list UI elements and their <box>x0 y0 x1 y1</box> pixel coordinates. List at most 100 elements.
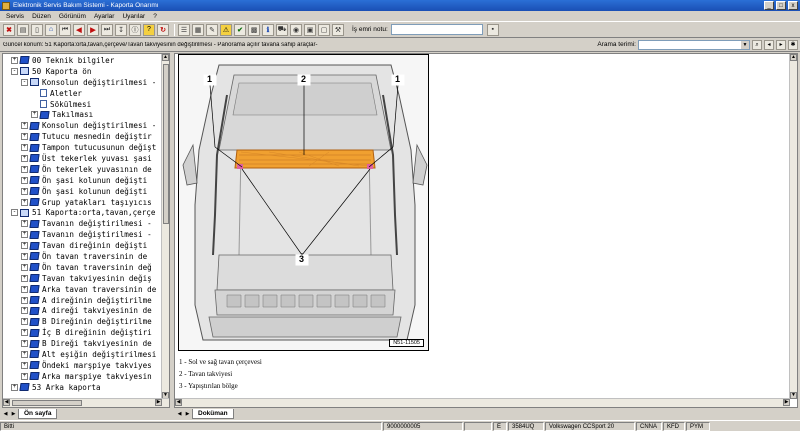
tree-vertical-scrollbar[interactable]: ▲ ▼ <box>161 54 169 399</box>
expand-icon[interactable]: + <box>21 122 28 130</box>
expand-icon[interactable]: + <box>21 307 28 315</box>
back-icon[interactable]: ◀ <box>73 23 85 36</box>
expand-icon[interactable]: + <box>21 263 28 271</box>
collapse-icon[interactable]: - <box>11 209 18 217</box>
search-icon[interactable]: ⌕ <box>752 39 762 50</box>
tree-item[interactable]: + Grup yatakları taşıyıcıs <box>3 197 169 208</box>
scroll-left-icon[interactable]: ◀ <box>3 399 10 406</box>
warning-icon[interactable]: ⚠ <box>220 23 232 36</box>
tree-item[interactable]: + İç B direğinin değiştiri <box>3 327 169 338</box>
tree-item[interactable]: + Arka marşpiye takviyesin <box>3 371 169 382</box>
menu-help[interactable]: ? <box>149 13 161 20</box>
chevron-down-icon[interactable]: ▼ <box>741 40 749 49</box>
notes-icon[interactable]: ✎ <box>206 23 218 36</box>
menu-duzen[interactable]: Düzen <box>28 13 55 20</box>
doc-scroll-left-icon[interactable]: ◀ <box>175 399 182 406</box>
tree-item[interactable]: + Tavanın değiştirilmesi - <box>3 229 169 240</box>
diagram-icon[interactable]: ▣ <box>304 23 316 36</box>
menu-gorunum[interactable]: Görünüm <box>55 13 90 20</box>
forward-icon[interactable]: ▶ <box>87 23 99 36</box>
car-icon[interactable]: ⛟ <box>276 23 288 36</box>
expand-icon[interactable]: + <box>31 111 38 119</box>
tab-next-icon[interactable]: ▶ <box>10 411 17 418</box>
tree-vscroll-thumb[interactable] <box>163 64 169 224</box>
camera-icon[interactable]: ◉ <box>290 23 302 36</box>
help-book-icon[interactable]: Ⓘ <box>129 23 141 36</box>
tree-item[interactable]: + Tutucu mesnedin değiştir <box>3 131 169 142</box>
tree-item[interactable]: +00 Teknik bilgiler <box>3 55 169 66</box>
search-options-icon[interactable]: ✱ <box>788 39 798 50</box>
last-page-icon[interactable]: ⏭ <box>101 23 113 36</box>
info-icon[interactable]: ℹ <box>262 23 274 36</box>
tree-item[interactable]: + Öndeki marşpiye takviyes <box>3 360 169 371</box>
jump-icon[interactable]: ↧ <box>115 23 127 36</box>
maximize-button[interactable]: □ <box>776 1 786 10</box>
expand-icon[interactable]: + <box>21 372 28 380</box>
expand-icon[interactable]: + <box>21 361 28 369</box>
expand-icon[interactable]: + <box>21 242 28 250</box>
expand-icon[interactable]: + <box>21 154 28 162</box>
window-icon[interactable]: ▢ <box>318 23 330 36</box>
save-note-icon[interactable]: ▪ <box>486 23 499 36</box>
home-icon[interactable]: ⌂ <box>45 23 57 36</box>
grid-icon[interactable]: ▩ <box>248 23 260 36</box>
tree-item[interactable]: + A direği takviyesinin de <box>3 305 169 316</box>
workorder-input[interactable] <box>390 24 483 35</box>
tree-horizontal-scrollbar[interactable]: ◀ ▶ <box>3 398 169 407</box>
expand-icon[interactable]: + <box>21 340 28 348</box>
expand-icon[interactable]: + <box>21 220 28 228</box>
expand-icon[interactable]: + <box>21 350 28 358</box>
tree-item[interactable]: + Arka tavan traversinin de <box>3 284 169 295</box>
tab-document[interactable]: Doküman <box>192 409 234 419</box>
tree-item[interactable]: - 50 Kaporta ön <box>3 66 169 77</box>
tree-item[interactable]: + Ön tavan traversinin de <box>3 251 169 262</box>
tree-item[interactable]: + Alt eşiğin değiştirilmesi <box>3 349 169 360</box>
expand-icon[interactable]: + <box>21 274 28 282</box>
tree-item[interactable]: Sökülmesi <box>3 99 169 110</box>
doc-tab-prev-icon[interactable]: ◀ <box>176 411 183 418</box>
tree-item[interactable]: + Üst tekerlek yuvası şasi <box>3 153 169 164</box>
list-icon[interactable]: ☰ <box>178 23 190 36</box>
table-icon[interactable]: ▦ <box>192 23 204 36</box>
expand-icon[interactable]: + <box>21 296 28 304</box>
tools-icon[interactable]: ⚒ <box>332 23 344 36</box>
tree-item[interactable]: + Tampon tutucusunun değişt <box>3 142 169 153</box>
tree-item[interactable]: + Takılması <box>3 109 169 120</box>
tree-item[interactable]: + Tavan direğinin değişti <box>3 240 169 251</box>
collapse-icon[interactable]: - <box>21 78 28 86</box>
menu-uyarilar[interactable]: Uyarılar <box>118 13 149 20</box>
search-input[interactable]: ▼ <box>638 39 750 50</box>
doc-scroll-right-icon[interactable]: ▶ <box>783 399 790 406</box>
collapse-icon[interactable]: - <box>11 67 18 75</box>
tree-item[interactable]: +53 Arka kaporta <box>3 382 169 393</box>
refresh-icon[interactable]: ↻ <box>157 23 169 36</box>
check-icon[interactable]: ✔ <box>234 23 246 36</box>
scroll-up-icon[interactable]: ▲ <box>162 54 169 61</box>
tree-item[interactable]: + Konsolun değiştirilmesi - <box>3 120 169 131</box>
tab-prev-icon[interactable]: ◀ <box>2 411 9 418</box>
tree-item[interactable]: + B Direğinin değiştirilme <box>3 316 169 327</box>
print-icon[interactable]: ▤ <box>17 23 29 36</box>
expand-icon[interactable]: + <box>21 198 28 206</box>
expand-icon[interactable]: + <box>21 176 28 184</box>
tree-hscroll-thumb[interactable] <box>12 400 82 406</box>
search-back-icon[interactable]: ◂ <box>764 39 774 50</box>
search-next-icon[interactable]: ▸ <box>776 39 786 50</box>
tree-item[interactable]: - 51 Kaporta:orta,tavan,çerçe <box>3 207 169 218</box>
tree-item[interactable]: + Ön tavan traversinin değ <box>3 262 169 273</box>
tree-item[interactable]: + Ön şasi kolunun değişti <box>3 186 169 197</box>
doc-scroll-down-icon[interactable]: ▼ <box>790 392 797 399</box>
expand-icon[interactable]: + <box>11 383 18 391</box>
tree-item[interactable]: + Tavan takviyesinin değiş <box>3 273 169 284</box>
menu-ayarlar[interactable]: Ayarlar <box>90 13 118 20</box>
tab-front-page[interactable]: Ön sayfa <box>18 409 58 419</box>
close-button[interactable]: x <box>788 1 798 10</box>
tree-item[interactable]: + Tavanın değiştirilmesi - <box>3 218 169 229</box>
tree-item[interactable]: - Konsolun değiştirilmesi - <box>3 77 169 88</box>
tree-item[interactable]: + Ön şasi kolunun değişti <box>3 175 169 186</box>
tree-item[interactable]: + A direğinin değiştirilme <box>3 295 169 306</box>
exit-icon[interactable]: ✖ <box>3 23 15 36</box>
tree-item[interactable]: + Ön tekerlek yuvasının de <box>3 164 169 175</box>
expand-icon[interactable]: + <box>11 56 18 64</box>
expand-icon[interactable]: + <box>21 318 28 326</box>
